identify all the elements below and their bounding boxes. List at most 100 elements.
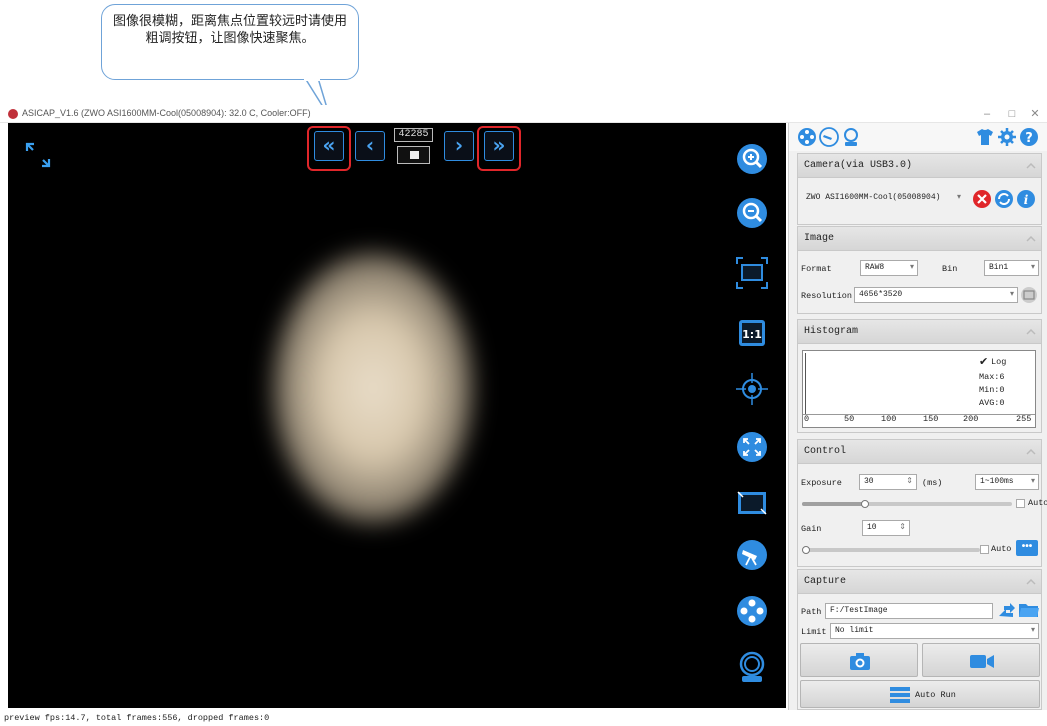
capture-image-button[interactable] — [800, 643, 918, 677]
window-title: ASICAP_V1.6 (ZWO ASI1600MM-Cool(05008904… — [22, 108, 311, 118]
resolution-label: Resolution — [801, 291, 853, 301]
spinner-icon: ⇕ — [899, 523, 906, 532]
guide-tab-icon[interactable] — [797, 127, 817, 147]
control-section-header[interactable]: Control — [798, 440, 1041, 464]
focuser-position: 42285 — [394, 128, 433, 164]
maximize-button[interactable]: □ — [1002, 106, 1022, 122]
histogram-spike — [805, 353, 806, 415]
exposure-auto-checkbox[interactable] — [1016, 499, 1025, 508]
telescope-icon[interactable] — [734, 537, 770, 573]
video-camera-icon — [970, 655, 994, 668]
svg-text:?: ? — [1025, 131, 1033, 146]
telescope-tab-icon[interactable] — [819, 127, 839, 147]
info-icon[interactable]: i — [1016, 189, 1036, 209]
bin-select[interactable]: Bin1 ▾ — [984, 260, 1039, 276]
svg-text:i: i — [1024, 193, 1029, 207]
coarse-focus-back-button[interactable]: « — [314, 131, 344, 161]
exposure-range-value: 1~100ms — [980, 477, 1014, 486]
roi-select-icon[interactable] — [1020, 286, 1038, 304]
fullscreen-icon[interactable] — [734, 429, 770, 465]
title-bar: ASICAP_V1.6 (ZWO ASI1600MM-Cool(05008904… — [0, 105, 1047, 123]
guide-icon[interactable] — [734, 593, 770, 629]
coarse-focus-forward-button[interactable]: » — [484, 131, 514, 161]
crosshair-icon[interactable] — [734, 371, 770, 407]
hist-avg: AVG:0 — [979, 398, 1005, 408]
format-label: Format — [801, 264, 832, 274]
hist-min: Min:0 — [979, 385, 1005, 395]
list-icon — [890, 687, 910, 703]
help-icon[interactable]: ? — [1019, 127, 1039, 147]
chevron-down-icon: ▾ — [1030, 626, 1035, 635]
camera-section-title: Camera(via USB3.0) — [804, 160, 913, 171]
format-select[interactable]: RAW8 ▾ — [860, 260, 918, 276]
capture-section-header[interactable]: Capture — [798, 570, 1041, 594]
limit-select[interactable]: No limit ▾ — [830, 623, 1039, 639]
camera-select[interactable]: ZWO ASI1600MM-Cool(05008904) ▾ — [802, 191, 964, 207]
callout-tail-cover — [304, 77, 320, 81]
fine-focus-forward-button[interactable]: › — [444, 131, 474, 161]
actual-size-icon[interactable]: 1:1 — [734, 315, 770, 351]
histogram-plot: ✔ Log Max:6 Min:0 AVG:0 0 50 100 150 200… — [802, 350, 1036, 428]
collapse-icon[interactable] — [1025, 233, 1037, 245]
roi-icon[interactable] — [734, 485, 770, 521]
fit-window-icon[interactable] — [734, 255, 770, 291]
more-settings-button[interactable]: ••• — [1016, 540, 1038, 556]
exposure-slider-handle[interactable] — [861, 500, 869, 508]
image-section-header[interactable]: Image — [798, 227, 1041, 251]
path-input[interactable]: F:/TestImage — [825, 603, 993, 619]
chevron-down-icon: ▾ — [1009, 290, 1014, 299]
gain-slider-handle[interactable] — [802, 546, 810, 554]
gain-slider[interactable] — [802, 546, 980, 554]
image-section: Image Format RAW8 ▾ Bin Bin1 ▾ Resolutio… — [797, 226, 1042, 314]
star-image — [273, 253, 473, 523]
folder-icon[interactable] — [1018, 600, 1040, 620]
camera-select-value: ZWO ASI1600MM-Cool(05008904) — [806, 193, 941, 202]
exposure-range-select[interactable]: 1~100ms ▾ — [975, 474, 1039, 490]
histogram-section: Histogram ✔ Log Max:6 Min:0 AVG:0 0 50 1… — [797, 319, 1042, 433]
record-video-button[interactable] — [922, 643, 1040, 677]
skin-icon[interactable] — [975, 127, 995, 147]
capture-section: Capture Path F:/TestImage Limit No limit… — [797, 569, 1042, 710]
focuser-icon[interactable] — [734, 649, 770, 685]
resolution-select[interactable]: 4656*3520 ▾ — [854, 287, 1018, 303]
camera-icon — [850, 653, 870, 670]
limit-label: Limit — [801, 627, 827, 637]
path-label: Path — [801, 607, 822, 617]
hist-tick: 255 — [1016, 414, 1032, 424]
collapse-icon[interactable] — [1025, 160, 1037, 172]
gain-auto-checkbox[interactable] — [980, 545, 989, 554]
histogram-section-header[interactable]: Histogram — [798, 320, 1041, 344]
disconnect-icon[interactable] — [972, 189, 992, 209]
focus-stop-button[interactable] — [397, 146, 430, 164]
exposure-slider[interactable] — [802, 500, 1012, 508]
camera-section: Camera(via USB3.0) ZWO ASI1600MM-Cool(05… — [797, 153, 1042, 225]
gain-input[interactable]: 10 ⇕ — [862, 520, 910, 536]
close-button[interactable]: ✕ — [1025, 106, 1045, 122]
settings-icon[interactable] — [997, 127, 1017, 147]
exposure-label: Exposure — [801, 478, 842, 488]
collapse-icon[interactable] — [1025, 446, 1037, 458]
camera-section-header[interactable]: Camera(via USB3.0) — [798, 154, 1041, 178]
minimize-button[interactable]: – — [977, 106, 997, 122]
preview-area[interactable]: « ‹ 42285 › » 1:1 — [8, 123, 786, 708]
exposure-input[interactable]: 30 ⇕ — [859, 474, 917, 490]
limit-value: No limit — [835, 626, 874, 635]
check-icon[interactable]: ✔ — [979, 355, 988, 369]
open-folder-arrow-icon[interactable] — [996, 600, 1016, 620]
resize-icon[interactable] — [24, 141, 52, 169]
hist-axis — [803, 414, 1035, 415]
collapse-icon[interactable] — [1025, 576, 1037, 588]
zoom-in-icon[interactable] — [734, 141, 770, 177]
collapse-icon[interactable] — [1025, 326, 1037, 338]
refresh-icon[interactable] — [994, 189, 1014, 209]
focuser-tab-icon[interactable] — [841, 127, 861, 147]
callout-text: 图像很模糊，距离焦点位置较远时请使用粗调按钮，让图像快速聚焦。 — [112, 14, 347, 46]
spinner-icon: ⇕ — [906, 477, 913, 486]
fine-focus-back-button[interactable]: ‹ — [355, 131, 385, 161]
svg-text:1:1: 1:1 — [742, 328, 762, 341]
callout-bubble: 图像很模糊，距离焦点位置较远时请使用粗调按钮，让图像快速聚焦。 — [101, 4, 359, 80]
zoom-out-icon[interactable] — [734, 195, 770, 231]
auto-run-button[interactable]: Auto Run — [800, 680, 1040, 708]
gain-auto-label: Auto — [991, 544, 1012, 554]
page: 图像很模糊，距离焦点位置较远时请使用粗调按钮，让图像快速聚焦。 ASICAP_V… — [0, 0, 1047, 726]
